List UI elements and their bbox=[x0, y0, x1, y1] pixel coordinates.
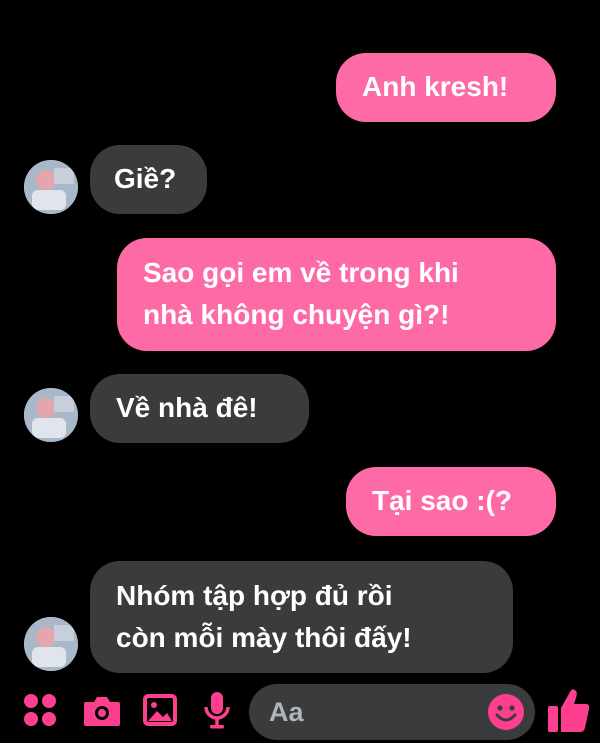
message-input-placeholder: Aa bbox=[269, 697, 304, 727]
emoji-icon[interactable] bbox=[487, 693, 525, 731]
message-bubble-sent[interactable]: Sao gọi em về trong khi nhà không chuyện… bbox=[117, 238, 556, 351]
gallery-icon[interactable] bbox=[140, 688, 180, 732]
avatar[interactable] bbox=[24, 160, 78, 214]
avatar[interactable] bbox=[24, 388, 78, 442]
message-text: Tại sao :(? bbox=[372, 485, 513, 516]
message-text: Giề? bbox=[114, 163, 177, 194]
thumbs-up-icon[interactable] bbox=[545, 684, 593, 736]
message-text: còn mỗi mày thôi đấy! bbox=[116, 622, 412, 653]
avatar-image bbox=[24, 388, 78, 442]
message-text: Về nhà đê! bbox=[116, 392, 258, 423]
avatar-image bbox=[24, 617, 78, 671]
microphone-icon[interactable] bbox=[197, 688, 237, 732]
message-text: Anh kresh! bbox=[362, 71, 509, 102]
avatar[interactable] bbox=[24, 617, 78, 671]
camera-icon[interactable] bbox=[82, 688, 122, 732]
message-bubble-received[interactable]: Nhóm tập hợp đủ rồi còn mỗi mày thôi đấy… bbox=[90, 561, 513, 673]
message-text: nhà không chuyện gì?! bbox=[143, 299, 450, 330]
message-bubble-sent[interactable]: Tại sao :(? bbox=[346, 467, 556, 536]
message-bubble-sent[interactable]: Anh kresh! bbox=[336, 53, 556, 122]
message-text: Sao gọi em về trong khi bbox=[143, 257, 459, 288]
message-input[interactable]: Aa bbox=[249, 684, 535, 740]
menu-dots-icon[interactable] bbox=[20, 688, 60, 732]
message-text: Nhóm tập hợp đủ rồi bbox=[116, 580, 393, 611]
message-bubble-received[interactable]: Giề? bbox=[90, 145, 207, 214]
message-bubble-received[interactable]: Về nhà đê! bbox=[90, 374, 309, 443]
avatar-image bbox=[24, 160, 78, 214]
